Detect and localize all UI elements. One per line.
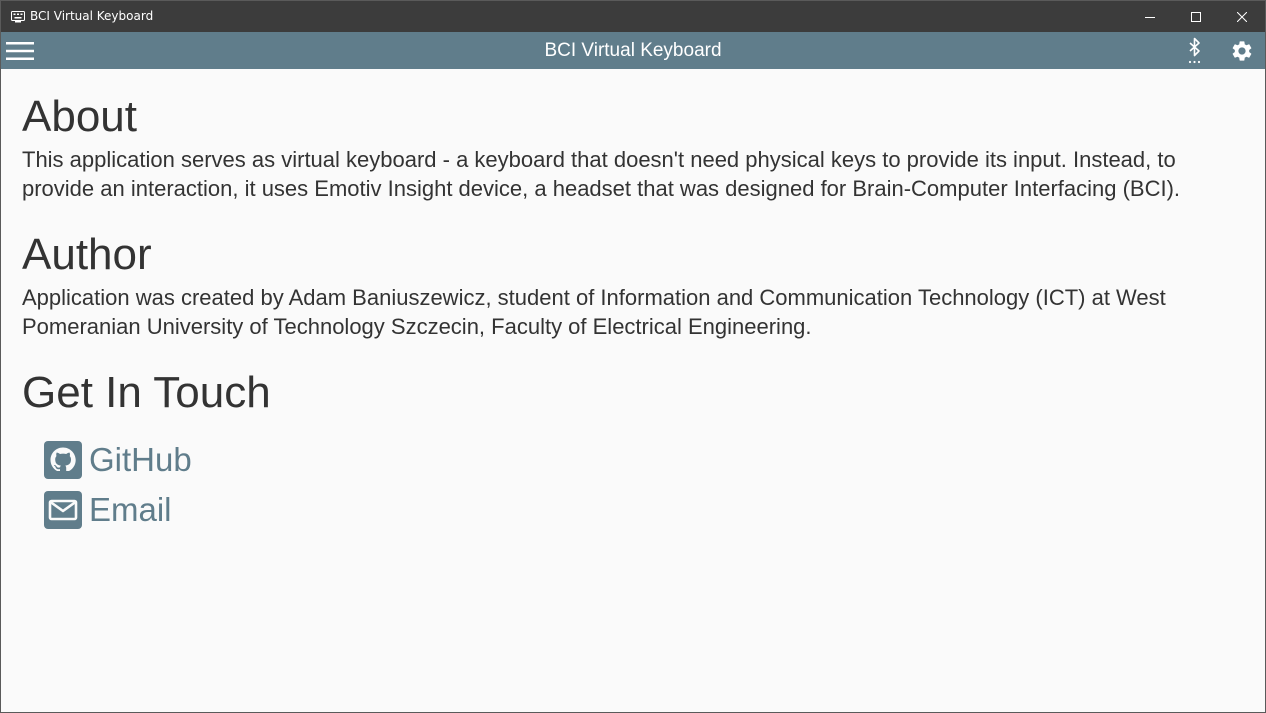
bluetooth-searching-icon [1188,37,1201,64]
github-icon [43,440,83,480]
keyboard-icon [10,9,26,25]
gear-icon [1232,41,1252,61]
minimize-button[interactable] [1127,1,1173,32]
about-heading: About [22,92,137,141]
email-icon [43,490,83,530]
maximize-icon [1191,11,1201,22]
about-page-content: About This application serves as virtual… [22,69,1252,535]
appbar-title: BCI Virtual Keyboard [544,40,722,61]
email-link[interactable]: Email [43,485,1252,535]
maximize-button[interactable] [1173,1,1219,32]
minimize-icon [1145,16,1155,18]
about-section: About This application serves as virtual… [22,89,1252,203]
bluetooth-button[interactable] [1181,36,1209,66]
contact-heading: Get In Touch [22,368,271,417]
window-titlebar[interactable]: BCI Virtual Keyboard [1,1,1265,32]
contact-links: GitHub Email [43,435,1252,535]
email-link-label: Email [89,491,172,528]
app-window: BCI Virtual Keyboard BCI Virtual Keyboar… [0,0,1266,713]
about-text: This application serves as virtual keybo… [22,147,1181,201]
settings-button[interactable] [1227,36,1257,66]
close-button[interactable] [1219,1,1265,32]
contact-section: Get In Touch GitHub Email [22,365,1252,535]
author-section: Author Application was created by Adam B… [22,227,1252,341]
window-title: BCI Virtual Keyboard [30,9,154,23]
github-link[interactable]: GitHub [43,435,1252,485]
author-text: Application was created by Adam Baniusze… [22,285,1166,339]
close-icon [1237,11,1247,22]
github-link-label: GitHub [89,441,192,478]
window-controls [1127,1,1265,32]
author-heading: Author [22,230,152,279]
app-toolbar: BCI Virtual Keyboard [1,32,1265,69]
